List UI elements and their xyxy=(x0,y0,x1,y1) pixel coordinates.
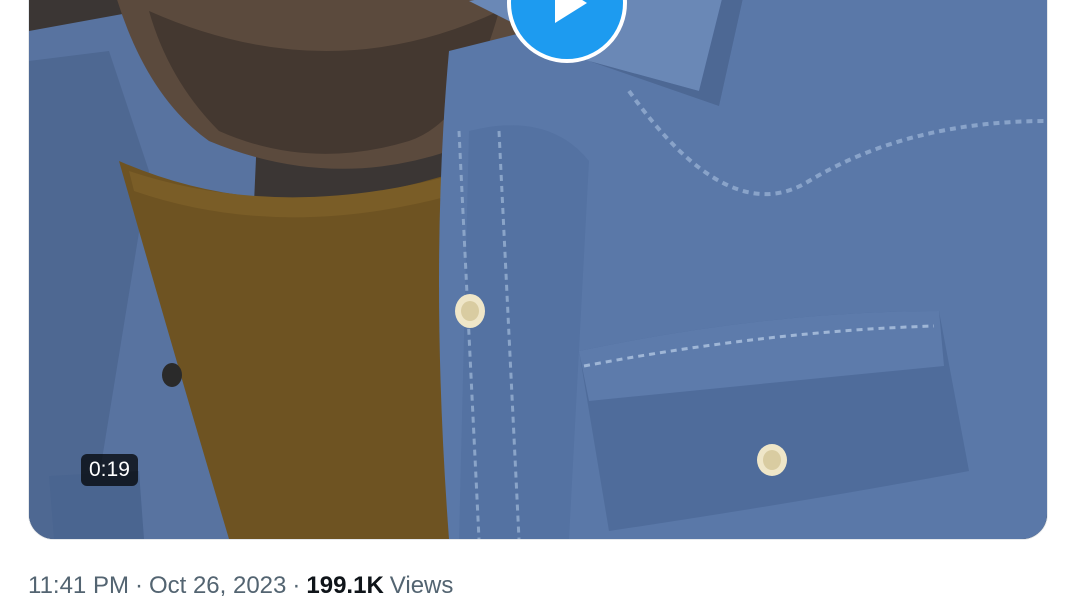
tweet-time[interactable]: 11:41 PM xyxy=(28,572,129,599)
meta-separator: · xyxy=(292,572,301,599)
video-player[interactable]: 0:19 xyxy=(28,0,1048,540)
tweet-meta: 11:41 PM · Oct 26, 2023 · 199.1K Views xyxy=(28,568,453,604)
video-duration-badge: 0:19 xyxy=(81,454,138,486)
meta-separator: · xyxy=(134,572,143,599)
play-icon xyxy=(555,0,587,23)
tweet-date[interactable]: Oct 26, 2023 xyxy=(149,572,286,599)
views-label[interactable]: Views xyxy=(390,572,454,599)
views-count[interactable]: 199.1K xyxy=(306,572,383,599)
video-thumbnail[interactable] xyxy=(29,0,1047,539)
